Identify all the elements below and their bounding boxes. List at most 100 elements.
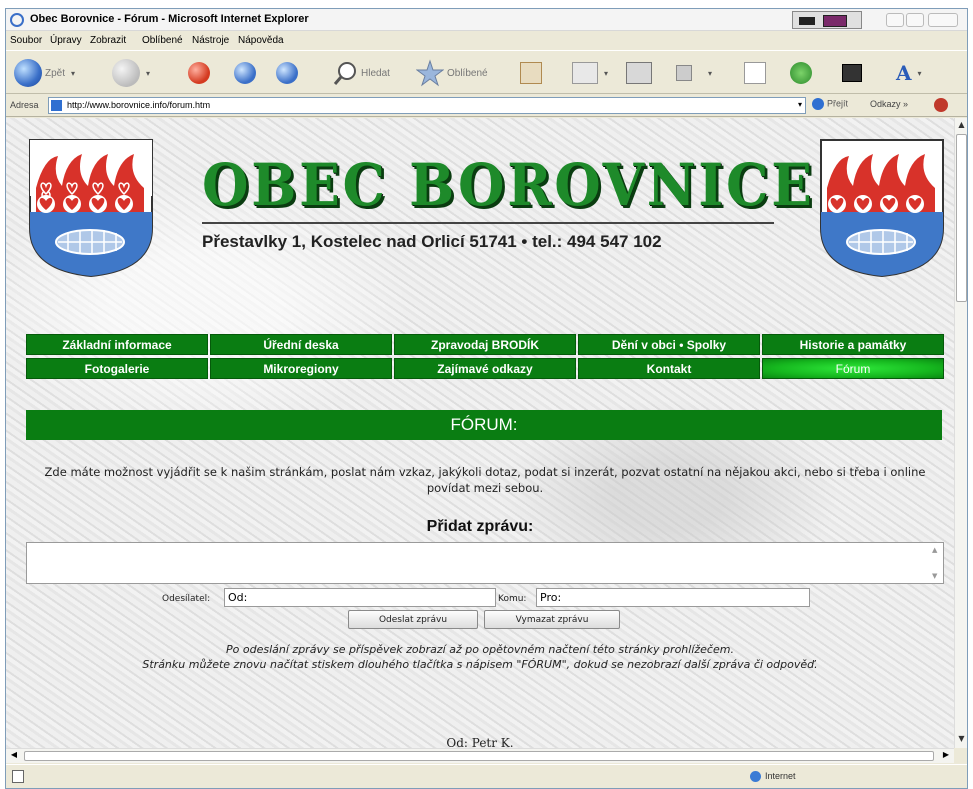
back-button[interactable]: Zpět ▾ [14,58,75,88]
media-button[interactable] [842,58,862,88]
nav-contact[interactable]: Kontakt [578,358,760,379]
scroll-up-icon: ▲ [932,546,938,554]
toolbar: Zpět ▾ ▾ Hledat Oblíbené ▾ ▾ A ▾ [6,52,967,94]
search-label: Hledat [361,67,390,79]
site-address: Přestavlky 1, Kostelec nad Orlicí 51741 … [202,232,662,251]
nav-microregions[interactable]: Mikroregiony [210,358,392,379]
menu-edit[interactable]: Úpravy [50,35,82,46]
menu-file[interactable]: Soubor [10,35,42,46]
title-bar: Obec Borovnice - Fórum - Microsoft Inter… [6,9,967,31]
menu-view[interactable]: Zobrazit [90,35,126,46]
site-title: OBEC BOROVNICE [202,151,815,219]
nav-history[interactable]: Historie a památky [762,334,944,355]
favorites-button[interactable]: Oblíbené [416,58,488,88]
vertical-scrollbar[interactable]: ▲ ▼ [954,118,967,748]
star-icon [416,59,444,87]
scroll-left-icon[interactable]: ◀ [8,750,20,762]
coat-of-arms-left-icon [29,139,153,278]
window-title: Obec Borovnice - Fórum - Microsoft Inter… [30,13,309,25]
stop-button[interactable] [188,58,210,88]
tray-icons [792,11,862,29]
discuss-button[interactable] [744,58,766,88]
favorites-label: Oblíbené [447,67,488,79]
stop-icon [188,62,210,84]
ie-icon [10,13,24,27]
menu-tools[interactable]: Nástroje [192,35,229,46]
page-viewport: OBEC BOROVNICE Přestavlky 1, Kostelec na… [6,118,954,748]
page-icon [51,100,62,111]
maximize-button[interactable] [906,13,924,27]
edit-button[interactable]: ▾ [676,58,712,88]
minimize-button[interactable] [886,13,904,27]
browser-window: Obec Borovnice - Fórum - Microsoft Inter… [5,8,968,789]
status-bar: Internet [6,764,967,788]
link-icon[interactable] [934,98,948,112]
nav-official-board[interactable]: Úřední deska [210,334,392,355]
close-button[interactable] [928,13,958,27]
chevron-down-icon: ▾ [917,68,922,78]
menu-bar: Soubor Úpravy Zobrazit Oblíbené Nástroje… [6,32,967,51]
font-button[interactable]: A ▾ [896,58,922,88]
chevron-down-icon: ▾ [71,68,76,78]
mail-button[interactable]: ▾ [572,58,608,88]
chevron-down-icon: ▾ [708,68,713,78]
title-divider [202,222,774,224]
address-bar: Adresa http://www.borovnice.info/forum.h… [6,95,967,117]
edit-icon [676,65,692,81]
clear-message-button[interactable]: Vymazat zprávu [484,610,620,629]
chevron-down-icon[interactable]: ▾ [798,100,802,109]
reload-note-line2: Stránku můžete znovu načítat stiskem dlo… [142,658,818,671]
recipient-label: Komu: [498,594,527,604]
forward-arrow-icon [112,59,140,87]
recipient-input[interactable] [536,588,810,607]
messenger-icon [790,62,812,84]
refresh-button[interactable] [234,58,256,88]
send-message-button[interactable]: Odeslat zprávu [348,610,478,629]
chevron-down-icon: ▾ [146,68,151,78]
scroll-thumb[interactable] [956,134,967,302]
security-zone: Internet [750,771,796,783]
message-textarea[interactable]: ▲ ▼ [26,542,944,584]
media-icon [842,64,862,82]
links-button[interactable]: Odkazy » [870,99,908,109]
print-button[interactable] [626,58,652,88]
home-icon [276,62,298,84]
nav-links[interactable]: Zajímavé odkazy [394,358,576,379]
home-button[interactable] [276,58,298,88]
nav-newsletter[interactable]: Zpravodaj BRODÍK [394,334,576,355]
forum-banner: FÓRUM: [26,410,942,440]
sender-input[interactable] [224,588,496,607]
hscroll-thumb[interactable] [24,751,934,761]
menu-help[interactable]: Nápověda [238,35,284,46]
globe-icon [750,771,761,783]
menu-favorites[interactable]: Oblíbené [142,35,183,46]
search-button[interactable]: Hledat [332,58,390,88]
nav-forum[interactable]: Fórum [762,358,944,379]
nav-basic-info[interactable]: Základní informace [26,334,208,355]
scroll-right-icon[interactable]: ▶ [940,750,952,762]
address-input[interactable]: http://www.borovnice.info/forum.htm ▾ [48,97,806,114]
address-label: Adresa [10,100,39,110]
scroll-down-icon[interactable]: ▼ [956,734,967,746]
font-icon: A [896,61,912,85]
history-button[interactable] [520,58,542,88]
reload-note: Po odeslání zprávy se příspěvek zobrazí … [6,642,954,672]
nav-events[interactable]: Dění v obci • Spolky [578,334,760,355]
go-arrow-icon [812,98,824,110]
printer-icon [626,62,652,84]
textarea-scrollbar[interactable]: ▲ ▼ [930,544,942,582]
address-url: http://www.borovnice.info/forum.htm [67,100,211,110]
scroll-corner [954,748,967,763]
nav-gallery[interactable]: Fotogalerie [26,358,208,379]
mail-icon [572,62,598,84]
scroll-up-icon[interactable]: ▲ [956,120,967,132]
history-icon [520,62,542,84]
back-label: Zpět [45,67,66,79]
forward-button[interactable]: ▾ [112,58,150,88]
horizontal-scrollbar[interactable]: ◀ ▶ [6,748,954,763]
messenger-button[interactable] [790,58,812,88]
note-icon [744,62,766,84]
back-arrow-icon [14,59,42,87]
post-author: Od: Petr K. [446,736,514,748]
go-button[interactable]: Přejít [812,98,848,110]
